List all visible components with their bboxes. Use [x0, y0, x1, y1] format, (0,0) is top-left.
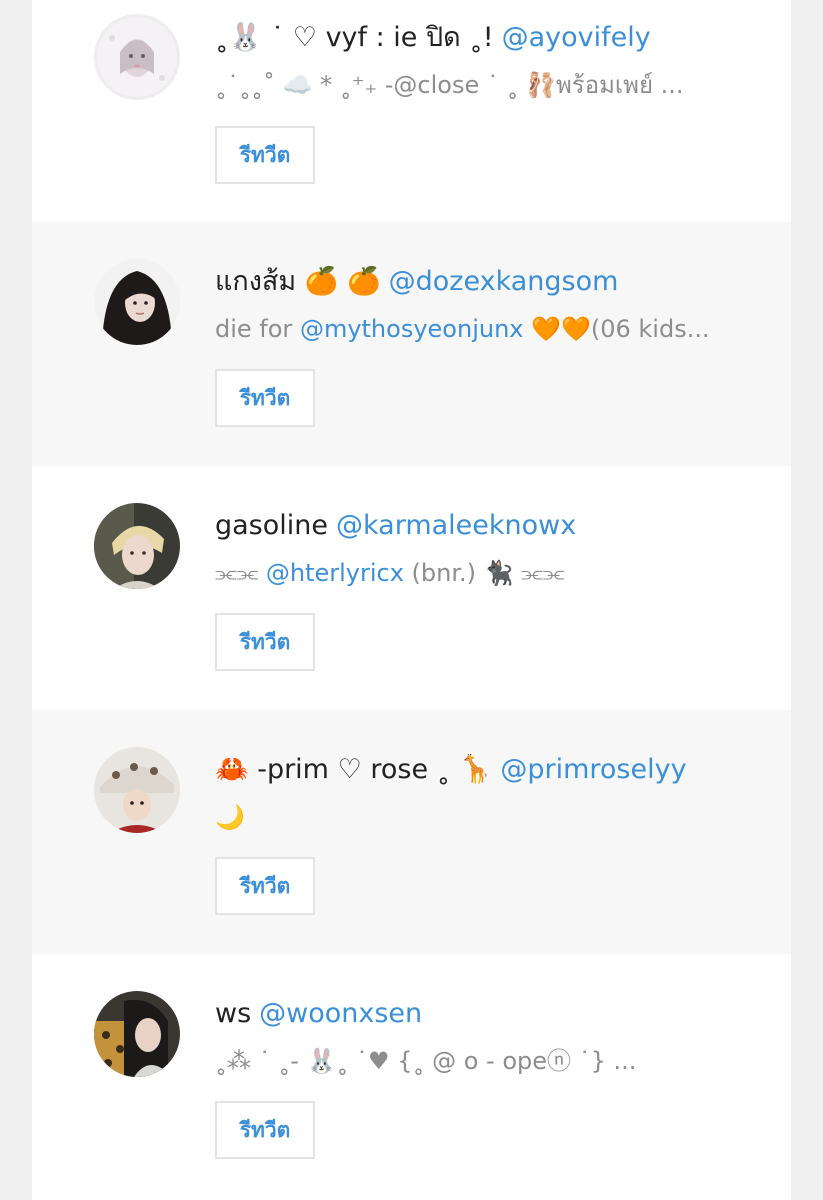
display-name: 🦀 -prim ♡ rose ˳ 🦒 [215, 754, 493, 785]
retweet-button[interactable]: รีทวีต [215, 613, 315, 671]
user-bio: 🌙 [215, 794, 725, 840]
display-name: ˳🐰 ˙ ♡ vyf : ie ปิด ˳! [215, 22, 494, 53]
user-bio: ⫘⫘ @hterlyricx (bnr.) 🐈‍⬛ ⫘⫘ [215, 550, 725, 596]
retweet-button[interactable]: รีทวีต [215, 857, 315, 915]
user-handle-link[interactable]: @woonxsen [259, 998, 422, 1029]
bio-text: ⫘⫘ [215, 559, 266, 587]
display-name-line: ˳🐰 ˙ ♡ vyf : ie ปิด ˳! @ayovifely [215, 14, 775, 62]
bio-text: 🧡🧡(06 kids... [523, 315, 710, 343]
user-bio: ˳˙˳˳˚ ☁️ * ˳⁺₊ -@close ˙ ˳ 🩰พร้อมเพย์ ..… [215, 62, 725, 108]
display-name: ws [215, 998, 252, 1029]
retweeters-list: ˳🐰 ˙ ♡ vyf : ie ปิด ˳! @ayovifely ˳˙˳˳˚ ☁… [32, 0, 791, 1200]
user-row[interactable]: 🦀 -prim ♡ rose ˳ 🦒 @primroselyy 🌙 รีทวีต [32, 710, 791, 954]
user-row[interactable]: แกงส้ม 🍊 🍊 @dozexkangsom die for @mythosy… [32, 222, 791, 466]
user-bio: ˳⁂ ˙ ˳- 🐰˳ ˙♥ {˳ @ o - opeⓝ ˙} ... [215, 1038, 725, 1084]
bio-text: 🌙 [215, 803, 245, 831]
avatar[interactable] [94, 259, 180, 345]
avatar[interactable] [94, 503, 180, 589]
retweet-button[interactable]: รีทวีต [215, 126, 315, 184]
user-handle-link[interactable]: @dozexkangsom [389, 266, 619, 297]
display-name-line: แกงส้ม 🍊 🍊 @dozexkangsom [215, 258, 775, 306]
display-name-line: 🦀 -prim ♡ rose ˳ 🦒 @primroselyy [215, 746, 775, 794]
retweet-button[interactable]: รีทวีต [215, 1101, 315, 1159]
user-handle-link[interactable]: @primroselyy [500, 754, 686, 785]
user-handle-link[interactable]: @ayovifely [502, 22, 651, 53]
user-row[interactable]: ˳🐰 ˙ ♡ vyf : ie ปิด ˳! @ayovifely ˳˙˳˳˚ ☁… [32, 0, 791, 244]
bio-text: ˳⁂ ˙ ˳- 🐰˳ ˙♥ {˳ @ o - opeⓝ ˙} ... [215, 1047, 637, 1075]
display-name-line: ws @woonxsen [215, 990, 775, 1038]
avatar[interactable] [94, 991, 180, 1077]
bio-mention-link[interactable]: @mythosyeonjunx [300, 315, 524, 343]
display-name: gasoline [215, 510, 328, 541]
user-bio: die for @mythosyeonjunx 🧡🧡(06 kids... [215, 306, 725, 352]
bio-mention-link[interactable]: @hterlyricx [266, 559, 404, 587]
avatar[interactable] [94, 747, 180, 833]
bio-text: die for [215, 315, 300, 343]
display-name-line: gasoline @karmaleeknowx [215, 502, 775, 550]
user-row[interactable]: ws @woonxsen ˳⁂ ˙ ˳- 🐰˳ ˙♥ {˳ @ o - opeⓝ … [32, 954, 791, 1198]
avatar[interactable] [94, 14, 180, 100]
display-name: แกงส้ม 🍊 🍊 [215, 266, 381, 297]
bio-text: ˳˙˳˳˚ ☁️ * ˳⁺₊ -@close ˙ ˳ 🩰พร้อมเพย์ ..… [215, 71, 684, 99]
retweet-button[interactable]: รีทวีต [215, 369, 315, 427]
bio-text: (bnr.) 🐈‍⬛ ⫘⫘ [403, 559, 565, 587]
user-row[interactable]: gasoline @karmaleeknowx ⫘⫘ @hterlyricx (b… [32, 466, 791, 710]
user-handle-link[interactable]: @karmaleeknowx [336, 510, 576, 541]
